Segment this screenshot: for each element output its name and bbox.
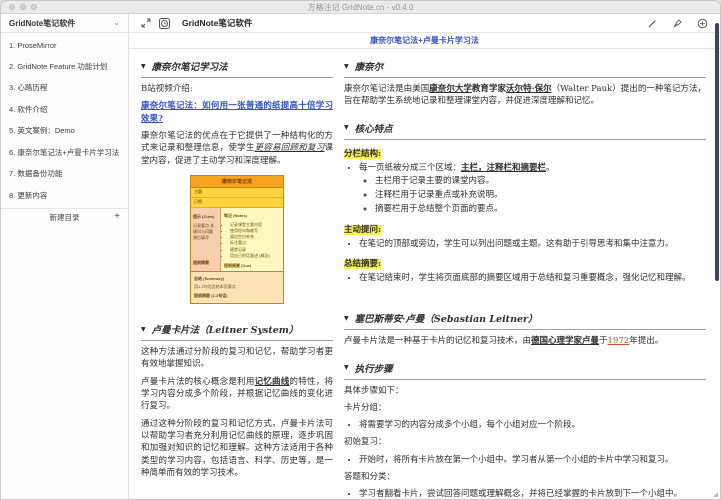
collapse-triangle-icon[interactable]: ▼ xyxy=(344,364,349,371)
sidebar-item[interactable]: 5. 英文案例：Demo xyxy=(1,120,128,142)
plus-icon[interactable]: + xyxy=(114,211,120,222)
content-area: GridNote笔记软件 康奈尔笔记法+卢曼卡片学习法 ▼ 康奈尔笔记学习法 B… xyxy=(129,14,720,499)
intro-text: B站视频介绍: xyxy=(141,84,193,94)
cornell-origin-paragraph: 康奈尔笔记法是由美国康奈尔大学教育学家沃尔特·保尔（Walter Pauk）提出… xyxy=(344,84,706,107)
diagram-summary-row: 总结 (Summary) 用1-2句话总结本页要点 提纲摘要 (2-3句话) xyxy=(191,272,283,303)
diagram-cues-column: 提示 (Cues) 记录要点 关键词与问题 课后填写 提纲摘要 xyxy=(191,207,221,271)
feature-bullet-questions: 在笔记的顶部或旁边，学生可以列出问题或主题。这有助于引导思考和集中注意力。 xyxy=(359,238,706,250)
feature-label-columns: 分栏结构: xyxy=(344,148,382,159)
pencil-icon[interactable] xyxy=(647,18,658,29)
collapse-triangle-icon[interactable]: ▼ xyxy=(344,124,349,131)
new-folder-button[interactable]: 新建目录 xyxy=(50,212,80,223)
year-1972-link[interactable]: 1972 xyxy=(608,336,630,346)
sub-bullet: 注释栏用于记录重点或补充说明。 xyxy=(375,190,706,202)
chevron-down-icon: ⌄ xyxy=(113,18,120,27)
notebook-selector[interactable]: GridNote笔记软件 ⌄ xyxy=(1,14,128,33)
sub-bullet: 摘要栏用于总结整个页面的要点。 xyxy=(375,204,706,216)
titlebar: 方格注记 GridNote.cn - v0.4.0 xyxy=(1,1,720,14)
sidebar-item[interactable]: 1. ProseMirror xyxy=(1,36,128,56)
cornell-diagram-image: 康奈尔笔记法 主题: 日期: 提示 (Cues) 记录要点 关键词与问题 课后填… xyxy=(190,174,284,304)
section-heading-cornell-method[interactable]: ▼ 康奈尔笔记学习法 xyxy=(141,51,333,78)
collapse-triangle-icon[interactable]: ▼ xyxy=(141,63,146,70)
app-window: 方格注记 GridNote.cn - v0.4.0 GridNote笔记软件 ⌄… xyxy=(0,0,721,500)
sidebar-item[interactable]: 6. 康奈尔笔记法+卢曼卡片学习法 xyxy=(1,142,128,164)
expand-icon[interactable] xyxy=(141,18,151,28)
sidebar: GridNote笔记软件 ⌄ 1. ProseMirror 2. GridNot… xyxy=(1,14,129,499)
sidebar-list: 1. ProseMirror 2. GridNote Feature 功能计划 … xyxy=(1,33,128,206)
sidebar-item[interactable]: 2. GridNote Feature 功能计划 xyxy=(1,56,128,78)
history-icon[interactable] xyxy=(159,17,170,29)
collapse-triangle-icon[interactable]: ▼ xyxy=(141,326,146,333)
leitner-concept-paragraph: 卢曼卡片法的核心概念是利用记忆曲线的特性，将学习内容分成多个阶段，并根据记忆曲线… xyxy=(141,376,333,412)
collapse-triangle-icon[interactable]: ▼ xyxy=(344,315,349,322)
section-heading-cornell[interactable]: ▼ 康奈尔 xyxy=(344,51,706,78)
doc-header-row: 康奈尔笔记法+卢曼卡片学习法 xyxy=(129,33,720,49)
document-body: ▼ 康奈尔笔记学习法 B站视频介绍: 康奈尔笔记法：如何用一张普通的纸提高十倍学… xyxy=(129,49,720,499)
step-label: 初始复习： xyxy=(344,437,387,448)
doc-top-link[interactable]: 康奈尔笔记法+卢曼卡片学习法 xyxy=(370,35,479,46)
collapse-triangle-icon[interactable]: ▼ xyxy=(344,63,349,70)
pen-icon[interactable] xyxy=(672,18,683,29)
step-bullet: 将需要学习的内容分成多个小组，每个小组对应一个阶段。 xyxy=(359,419,706,431)
diagram-notes-column: 笔记 (Notes) 记录课堂主要内容使用短句和缩写留出空白补充标注重点随堂记录… xyxy=(221,207,283,271)
cornell-advantage-paragraph: 康奈尔笔记法的优点在于它提供了一种结构化的方式来记录和整理信息，使学生更容易回顾… xyxy=(141,130,333,166)
step-bullet: 开始时，将所有卡片放在第一个小组中。学习者从第一个小组的卡片中学习和复习。 xyxy=(359,454,706,466)
feature-bullet-columns: 每一页纸被分成三个区域：主栏，注释栏和摘要栏。 主栏用于记录主要的课堂内容。注释… xyxy=(359,162,706,216)
bilibili-video-link[interactable]: 康奈尔笔记法：如何用一张普通的纸提高十倍学习效果? xyxy=(141,101,333,123)
sidebar-item[interactable]: 4. 软件介绍 xyxy=(1,99,128,121)
feature-label-questions: 主动提问: xyxy=(344,224,382,235)
right-column: ▼ 康奈尔 康奈尔笔记法是由美国康奈尔大学教育学家沃尔特·保尔（Walter P… xyxy=(344,51,706,499)
feature-bullet-summary: 在笔记结束时，学生将页面底部的摘要区域用于总结和复习重要概念，强化记忆和理解。 xyxy=(359,272,706,284)
window-title: 方格注记 GridNote.cn - v0.4.0 xyxy=(307,2,414,12)
step-label: 答题和分类： xyxy=(344,472,396,483)
section-heading-steps[interactable]: ▼ 执行步骤 xyxy=(344,353,706,380)
sub-bullet: 主栏用于记录主要的课堂内容。 xyxy=(375,176,706,188)
notebook-selector-label: GridNote笔记软件 xyxy=(9,18,76,28)
section-heading-core-features[interactable]: ▼ 核心特点 xyxy=(344,113,706,140)
sidebar-item[interactable]: 3. 心路历程 xyxy=(1,77,128,99)
new-folder-row: 新建目录 + xyxy=(1,208,128,225)
doc-toolbar: GridNote笔记软件 xyxy=(129,14,720,33)
settings-icon[interactable] xyxy=(697,18,708,29)
step-label: 卡片分组： xyxy=(344,402,387,413)
sidebar-item[interactable]: 8. 更新内容 xyxy=(1,185,128,207)
steps-list: 卡片分组： 将需要学习的内容分成多个小组，每个小组对应一个阶段。 初始复习： 开… xyxy=(344,402,706,499)
left-column: ▼ 康奈尔笔记学习法 B站视频介绍: 康奈尔笔记法：如何用一张普通的纸提高十倍学… xyxy=(141,51,333,499)
sidebar-item[interactable]: 7. 数据备份功能 xyxy=(1,163,128,185)
document-title: GridNote笔记软件 xyxy=(182,18,253,28)
resize-handle[interactable] xyxy=(713,492,718,497)
leitner-intro-paragraph: 这种方法通过分阶段的复习和记忆，帮助学习者更有效地掌握知识。 xyxy=(141,347,333,370)
steps-intro: 具体步骤如下： xyxy=(344,385,404,396)
leitner-benefit-paragraph: 通过这种分阶段的复习和记忆方式，卢曼卡片法可以帮助学习者充分利用记忆曲线的原理，… xyxy=(141,418,333,478)
step-bullet: 学习者翻看卡片，尝试回答问题或理解概念，并将已经掌握的卡片放到下一个小组中。 xyxy=(359,488,706,499)
vertical-scrollbar[interactable] xyxy=(715,23,719,281)
leitner-origin-paragraph: 卢曼卡片法是一种基于卡片的记忆和复习技术，由德国心理学家卢曼于1972年提出。 xyxy=(344,336,664,347)
section-heading-sebastian-leitner[interactable]: ▼ 塞巴斯蒂安·卢曼（Sebastian Leitner） xyxy=(344,303,706,331)
section-heading-leitner-system[interactable]: ▼ 卢曼卡片法（Leitner System） xyxy=(141,314,333,341)
feature-label-summary: 总结摘要: xyxy=(344,258,382,269)
